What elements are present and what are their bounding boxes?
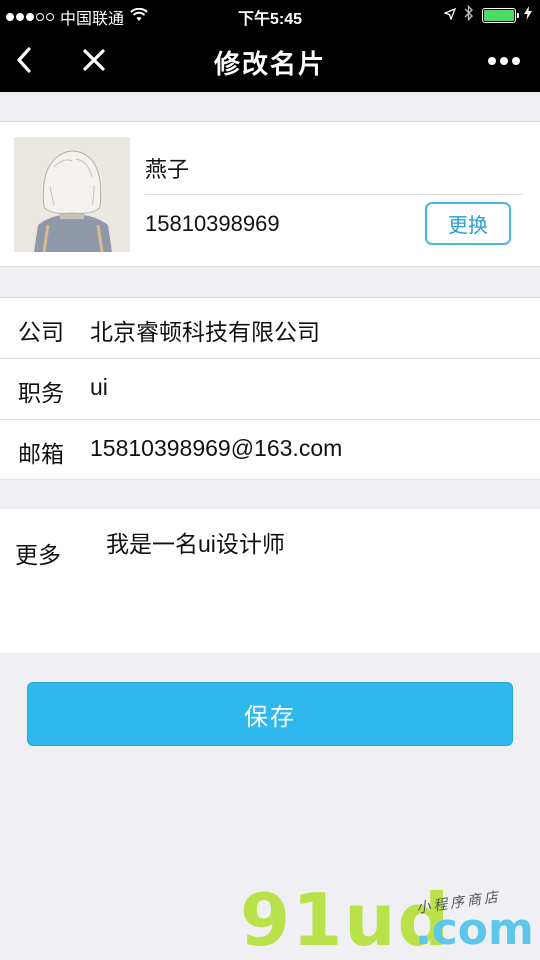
position-field[interactable]: ui — [90, 374, 108, 401]
profile-divider — [145, 194, 523, 195]
status-right — [443, 4, 532, 26]
info-list: 公司 北京睿顿科技有限公司 职务 ui 邮箱 15810398969@163.c… — [0, 297, 540, 480]
company-label: 公司 — [18, 319, 64, 345]
position-label: 职务 — [18, 380, 64, 406]
company-field[interactable]: 北京睿顿科技有限公司 — [90, 313, 320, 347]
watermark-domain: .com — [415, 904, 534, 955]
email-label: 邮箱 — [18, 441, 64, 467]
status-bar: 中国联通 下午5:45 — [0, 0, 540, 30]
profile-phone: 15810398969 — [145, 211, 280, 236]
battery-icon — [482, 8, 519, 23]
more-section: 更多 我是一名ui设计师 — [0, 509, 540, 653]
company-row[interactable]: 公司 北京睿顿科技有限公司 — [0, 298, 540, 359]
email-row[interactable]: 邮箱 15810398969@163.com — [0, 420, 540, 481]
more-textarea[interactable]: 我是一名ui设计师 — [106, 525, 285, 559]
nav-bar: 修改名片 — [0, 30, 540, 92]
profile-name: 燕子 — [145, 157, 190, 182]
change-avatar-button[interactable]: 更换 — [425, 202, 511, 245]
more-dots-icon — [487, 53, 521, 71]
battery-level — [484, 10, 514, 21]
position-row[interactable]: 职务 ui — [0, 359, 540, 420]
bluetooth-icon — [464, 4, 474, 26]
location-arrow-icon — [443, 7, 457, 25]
save-button[interactable]: 保存 — [27, 682, 513, 746]
charging-icon — [524, 6, 532, 25]
more-label: 更多 — [15, 542, 61, 568]
profile-card: 燕子 15810398969 更换 — [0, 121, 540, 267]
avatar[interactable] — [14, 137, 130, 252]
watermark-logo: 91ud 小程序商店 .com — [240, 880, 540, 960]
more-button[interactable] — [484, 42, 524, 82]
email-field[interactable]: 15810398969@163.com — [90, 435, 342, 462]
page-title: 修改名片 — [213, 49, 326, 79]
